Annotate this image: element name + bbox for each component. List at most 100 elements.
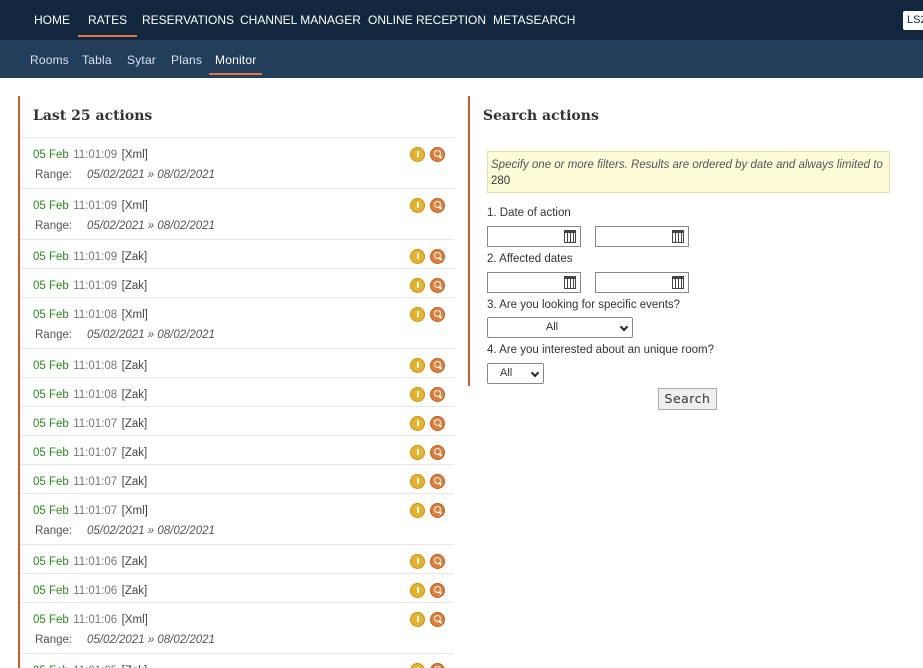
search-icon[interactable] [430, 387, 445, 402]
range-label: Range: [35, 329, 73, 341]
main-content: Last 25 actions 05 Feb 11:01:09 [Xml] Ran… [0, 78, 923, 668]
info-icon[interactable] [410, 583, 425, 598]
search-icon[interactable] [430, 278, 445, 293]
nav-online-reception[interactable]: ONLINE RECEPTION [368, 0, 486, 40]
search-icon[interactable] [430, 307, 445, 322]
info-icon[interactable] [410, 416, 425, 431]
search-note-limit: 280 [491, 175, 511, 187]
nav-channel-manager[interactable]: CHANNEL MANAGER [240, 0, 361, 40]
action-time: 11:01:06 [73, 556, 118, 568]
room-select[interactable]: All [487, 363, 544, 384]
action-range: Range: 05/02/2021 » 08/02/2021 [33, 525, 454, 537]
info-icon[interactable] [410, 147, 425, 162]
subnav-sytar[interactable]: Sytar [127, 40, 156, 78]
action-range: Range: 05/02/2021 » 08/02/2021 [33, 220, 454, 232]
action-date: 05 Feb [33, 614, 69, 626]
search-note: Specify one or more filters. Results are… [487, 151, 890, 193]
info-icon[interactable] [410, 663, 425, 668]
calendar-icon[interactable] [564, 276, 576, 289]
action-source: [Zak] [121, 418, 148, 430]
info-icon[interactable] [410, 474, 425, 489]
calendar-icon[interactable] [564, 230, 576, 243]
action-row: 05 Feb 11:01:09 [Zak] [20, 239, 454, 268]
chevron-down-icon [619, 322, 629, 332]
room-select-value: All [500, 367, 513, 379]
info-icon[interactable] [410, 445, 425, 460]
action-row: 05 Feb 11:01:08 [Zak] [20, 377, 454, 406]
action-row: 05 Feb 11:01:09 [Zak] [20, 268, 454, 297]
search-icon[interactable] [430, 416, 445, 431]
range-value: 05/02/2021 » 08/02/2021 [87, 169, 215, 181]
action-date: 05 Feb [33, 360, 69, 372]
action-source: [Zak] [121, 389, 148, 401]
search-icon[interactable] [430, 358, 445, 373]
action-date: 05 Feb [33, 251, 69, 263]
action-time: 11:01:06 [73, 585, 118, 597]
calendar-icon[interactable] [672, 276, 684, 289]
search-icon[interactable] [430, 198, 445, 213]
action-row: 05 Feb 11:01:06 [Xml] Range: 05/02/2021 » … [20, 602, 454, 653]
info-icon[interactable] [410, 249, 425, 264]
action-date: 05 Feb [33, 556, 69, 568]
info-icon[interactable] [410, 503, 425, 518]
unique-room-label: 4. Are you interested about an unique ro… [487, 344, 714, 356]
nav-reservations[interactable]: RESERVATIONS [142, 0, 234, 40]
subnav-plans[interactable]: Plans [171, 40, 202, 78]
search-icon[interactable] [430, 445, 445, 460]
search-note-text: Specify one or more filters. Results are… [491, 159, 883, 171]
action-time: 11:01:08 [73, 309, 118, 321]
info-icon[interactable] [410, 198, 425, 213]
action-time: 11:01:07 [73, 447, 118, 459]
affected-date-to-input[interactable] [595, 272, 689, 293]
calendar-icon[interactable] [672, 230, 684, 243]
range-value: 05/02/2021 » 08/02/2021 [87, 329, 215, 341]
specific-events-label: 3. Are you looking for specific events? [487, 299, 681, 311]
action-source: [Xml] [121, 614, 148, 626]
info-icon[interactable] [410, 387, 425, 402]
last-actions-panel: Last 25 actions 05 Feb 11:01:09 [Xml] Ran… [18, 96, 454, 668]
events-select-value: All [545, 321, 559, 333]
action-date-to-input[interactable] [595, 226, 689, 247]
action-date: 05 Feb [33, 585, 69, 597]
action-row: 05 Feb 11:01:09 [Xml] Range: 05/02/2021 » … [20, 188, 454, 239]
action-source: [Zak] [121, 476, 148, 488]
action-time: 11:01:09 [73, 149, 118, 161]
subnav-tabla[interactable]: Tabla [82, 40, 112, 78]
search-button[interactable]: Search [658, 388, 717, 410]
range-label: Range: [35, 220, 73, 232]
info-icon[interactable] [410, 554, 425, 569]
nav-rates[interactable]: RATES [77, 0, 138, 40]
info-icon[interactable] [410, 358, 425, 373]
range-value: 05/02/2021 » 08/02/2021 [87, 220, 215, 232]
action-source: [Xml] [121, 505, 148, 517]
last-actions-title: Last 25 actions [33, 108, 153, 124]
subnav-rooms[interactable]: Rooms [30, 40, 69, 78]
subnav-monitor[interactable]: Monitor [208, 40, 263, 78]
info-icon[interactable] [410, 307, 425, 322]
action-range: Range: 05/02/2021 » 08/02/2021 [33, 169, 454, 181]
action-source: [Zak] [121, 447, 148, 459]
search-icon[interactable] [430, 554, 445, 569]
date-of-action-label: 1. Date of action [487, 207, 571, 219]
action-date-from-input[interactable] [487, 226, 581, 247]
affected-date-from-input[interactable] [487, 272, 581, 293]
nav-home[interactable]: HOME [34, 0, 70, 40]
action-source: [Xml] [121, 149, 148, 161]
search-icon[interactable] [430, 147, 445, 162]
action-date: 05 Feb [33, 389, 69, 401]
events-select[interactable]: All [487, 317, 633, 338]
search-icon[interactable] [430, 503, 445, 518]
action-row: 05 Feb 11:01:05 [Zak] [20, 653, 454, 668]
user-badge[interactable]: LS2 [903, 11, 923, 30]
action-date: 05 Feb [33, 200, 69, 212]
search-icon[interactable] [430, 663, 445, 668]
nav-metasearch[interactable]: METASEARCH [493, 0, 575, 40]
info-icon[interactable] [410, 278, 425, 293]
action-source: [Xml] [121, 200, 148, 212]
search-icon[interactable] [430, 612, 445, 627]
search-icon[interactable] [430, 583, 445, 598]
search-icon[interactable] [430, 474, 445, 489]
info-icon[interactable] [410, 612, 425, 627]
action-date: 05 Feb [33, 418, 69, 430]
search-icon[interactable] [430, 249, 445, 264]
